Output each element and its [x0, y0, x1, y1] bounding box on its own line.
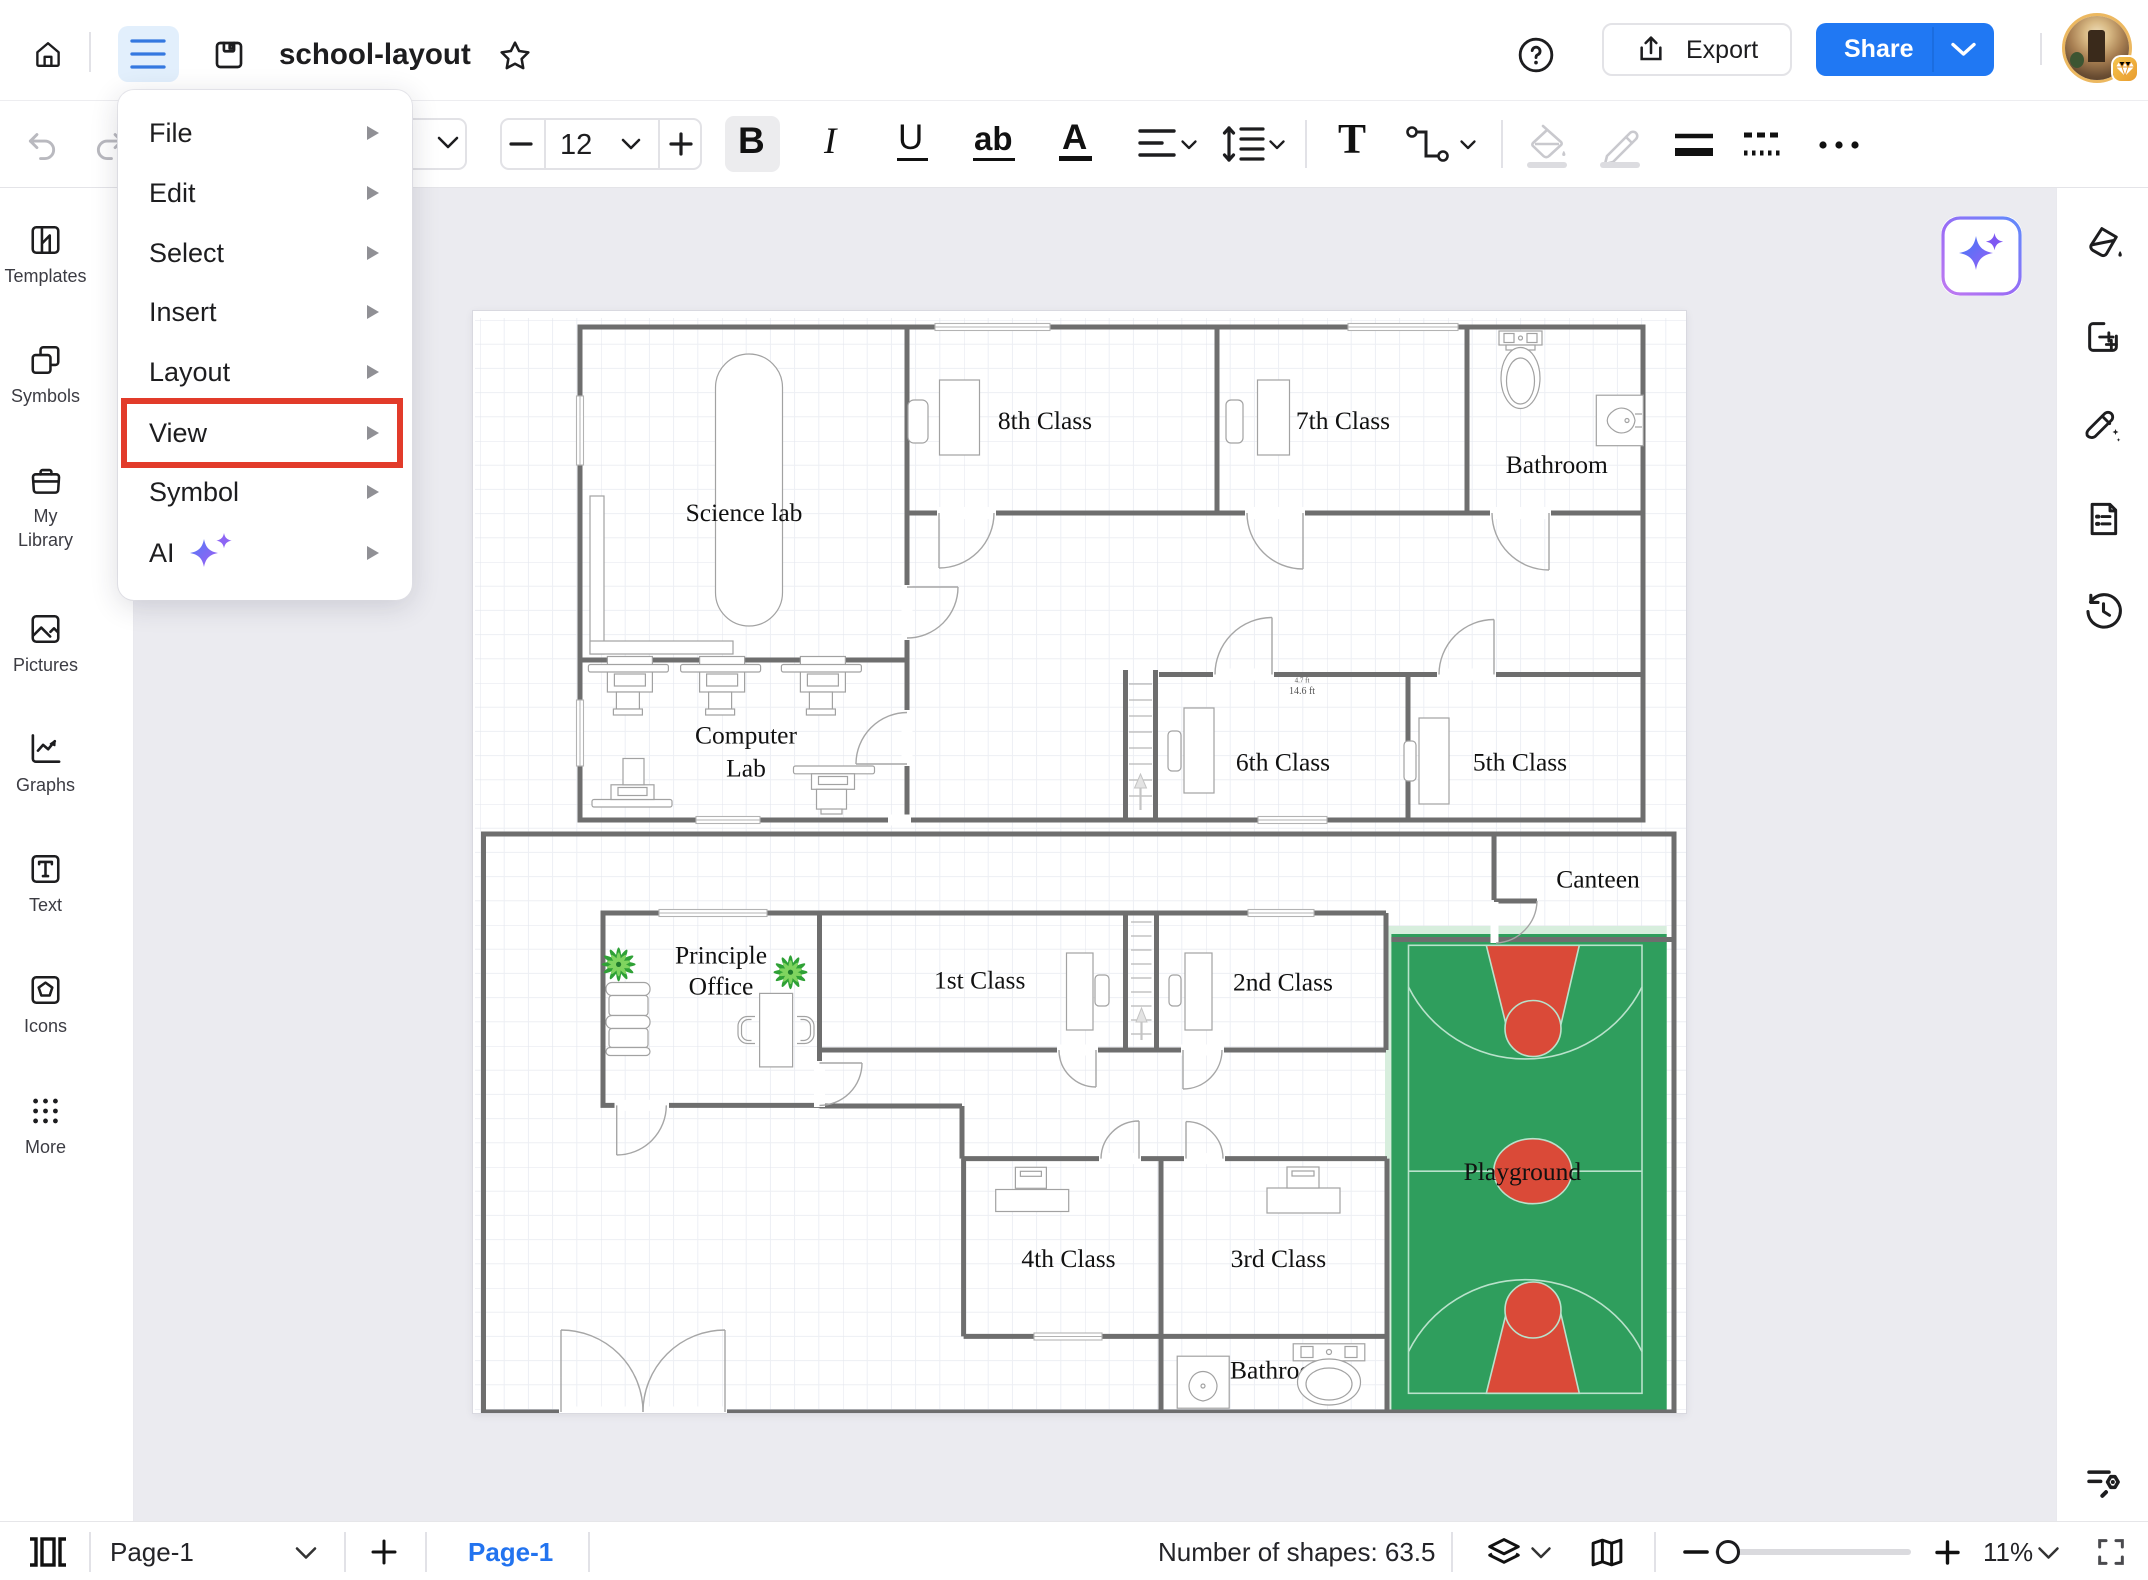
svg-text:4th Class: 4th Class: [1021, 1244, 1115, 1273]
svg-text:Science lab: Science lab: [686, 498, 803, 527]
svg-text:Office: Office: [689, 971, 754, 1000]
svg-text:1st Class: 1st Class: [934, 966, 1025, 995]
svg-text:Canteen: Canteen: [1556, 865, 1640, 894]
svg-text:7th Class: 7th Class: [1296, 406, 1390, 435]
svg-text:Principle: Principle: [675, 940, 767, 969]
svg-text:5th Class: 5th Class: [1473, 748, 1567, 777]
svg-text:6th Class: 6th Class: [1236, 747, 1330, 776]
svg-text:14.6 ft: 14.6 ft: [1289, 686, 1315, 697]
svg-text:2nd Class: 2nd Class: [1233, 968, 1333, 997]
svg-text:Computer: Computer: [695, 721, 797, 750]
svg-text:8th Class: 8th Class: [998, 406, 1092, 435]
svg-text:4.7 ft: 4.7 ft: [1295, 677, 1310, 685]
svg-text:Bathroom: Bathroom: [1506, 450, 1608, 479]
svg-text:Playground: Playground: [1464, 1157, 1582, 1186]
svg-text:3rd Class: 3rd Class: [1231, 1244, 1327, 1273]
svg-text:Lab: Lab: [726, 754, 766, 783]
